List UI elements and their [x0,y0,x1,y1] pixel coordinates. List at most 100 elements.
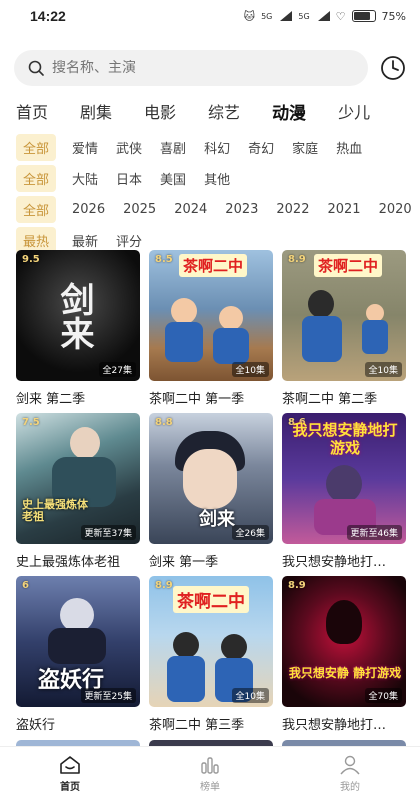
character-figure [173,632,199,658]
genre-chip[interactable]: 喜剧 [160,138,186,157]
bottom-nav-label: 榜单 [200,781,220,793]
bottom-nav-home[interactable]: 首页 [30,755,110,793]
status-icons: 🐱 5G 5G ♡ 75% [244,10,406,23]
rating-badge: 8.9 [155,580,173,591]
character-figure [308,290,334,318]
tab-movies[interactable]: 电影 [144,99,176,123]
sort-chip-rating[interactable]: 评分 [116,231,142,250]
tab-anime[interactable]: 动漫 [272,99,307,126]
status-time: 14:22 [30,8,66,24]
year-chip[interactable]: 2026 [72,202,105,217]
poster-image: 9.5 剑来 全27集 [16,250,140,381]
region-chip[interactable]: 其他 [204,169,230,188]
year-chip[interactable]: 2022 [276,202,309,217]
tab-kids[interactable]: 少儿 [338,99,370,123]
bottom-nav-profile[interactable]: 我的 [310,755,390,793]
content-card[interactable]: 8.9 我只想安静 静打游戏 全70集 我只想安静地打… [282,576,406,739]
history-button[interactable] [378,53,408,83]
rating-badge: 8.9 [288,254,306,265]
episode-badge: 更新至37集 [80,525,136,540]
chart-icon [201,756,219,774]
search-input[interactable] [52,60,368,76]
rating-badge: 8.9 [288,580,306,591]
character-figure [221,634,247,660]
poster-image: 8.9 茶啊二中 全10集 [149,576,273,707]
home-icon [60,755,80,774]
region-chip-all[interactable]: 全部 [16,164,57,192]
genre-chip[interactable]: 爱情 [72,138,98,157]
poster-image: 8.9 我只想安静 静打游戏 全70集 [282,576,406,707]
content-card[interactable]: 8.6 我只想安静地打游戏 更新至46集 我只想安静地打… [282,413,406,576]
tab-home[interactable]: 首页 [16,99,48,123]
bottom-nav-ranking[interactable]: 榜单 [170,755,250,793]
episode-badge: 更新至46集 [346,525,402,540]
genre-chip[interactable]: 热血 [336,138,362,157]
episode-badge: 全26集 [231,525,269,540]
character-figure [171,298,197,324]
genre-chip-all[interactable]: 全部 [16,133,57,161]
battery-icon [351,10,376,22]
content-card[interactable]: 8.5 茶啊二中 全10集 茶啊二中 第一季 [149,250,273,413]
episode-badge: 更新至25集 [80,688,136,703]
card-title: 茶啊二中 第三季 [149,718,245,733]
content-card[interactable]: 7.5 史上最强炼体老祖 更新至37集 史上最强炼体老祖 [16,413,140,576]
poster-title-art: 茶啊二中 [173,586,249,613]
region-chip[interactable]: 大陆 [72,169,98,188]
genre-chip[interactable]: 奇幻 [248,138,274,157]
search-icon [28,60,44,76]
character-figure [326,600,362,644]
poster-title-art: 茶啊二中 [314,254,383,277]
year-chip[interactable]: 2021 [327,202,360,217]
year-chip[interactable]: 2020 [379,202,412,217]
character-figure [219,306,243,330]
card-title: 剑来 第二季 [16,392,86,407]
category-tabs: 首页 剧集 电影 综艺 动漫 少儿 [0,94,420,128]
poster-title-art: 剑来 [199,509,235,530]
network-label-2: 5G [298,11,310,21]
character-figure [60,598,94,632]
content-card[interactable]: 8.9 茶啊二中 全10集 茶啊二中 第三季 [149,576,273,739]
year-chip[interactable]: 2024 [174,202,207,217]
genre-chip[interactable]: 家庭 [292,138,318,157]
poster-title-art: 我只想安静地打游戏 [292,421,398,457]
card-title: 我只想安静地打… [282,555,387,570]
poster-title-art: 我只想安静 静打游戏 [288,666,402,680]
heart-icon: ♡ [335,9,346,23]
filter-panel: 全部 爱情 武侠 喜剧 科幻 奇幻 家庭 热血 全部 大陆 日本 美国 其他 全… [0,128,420,255]
content-card[interactable]: 8.9 茶啊二中 全10集 茶啊二中 第二季 [282,250,406,413]
card-title: 史上最强炼体老祖 [16,555,121,570]
tab-variety[interactable]: 综艺 [208,99,240,123]
card-title: 盗妖行 [16,718,56,733]
search-box[interactable] [14,50,368,86]
character-figure [70,427,100,459]
content-card[interactable]: 9.5 剑来 全27集 剑来 第二季 [16,250,140,413]
region-chip[interactable]: 日本 [116,169,142,188]
card-title: 茶啊二中 第一季 [149,392,245,407]
year-chip[interactable]: 2025 [123,202,156,217]
tab-series[interactable]: 剧集 [80,99,112,123]
poster-image: 8.5 茶啊二中 全10集 [149,250,273,381]
rating-badge: 6 [22,580,29,591]
genre-chip[interactable]: 科幻 [204,138,230,157]
year-chip[interactable]: 2023 [225,202,258,217]
region-chip[interactable]: 美国 [160,169,186,188]
character-figure [167,656,205,702]
rating-badge: 8.8 [155,417,173,428]
cat-icon: 🐱 [243,9,256,23]
year-chip-all[interactable]: 全部 [16,195,57,223]
content-card[interactable]: 8.8 剑来 全26集 剑来 第一季 [149,413,273,576]
card-title: 剑来 第一季 [149,555,219,570]
bottom-nav-label: 我的 [340,781,360,793]
genre-chip[interactable]: 武侠 [116,138,142,157]
character-figure [302,316,342,362]
sort-chip-new[interactable]: 最新 [72,231,98,250]
bottom-nav: 首页 榜单 我的 [0,746,420,800]
network-label-1: 5G [261,11,273,21]
poster-image: 7.5 史上最强炼体老祖 更新至37集 [16,413,140,544]
bottom-nav-label: 首页 [60,781,80,793]
year-filter-row: 全部 2026 2025 2024 2023 2022 2021 2020 [16,194,420,224]
character-figure [213,328,249,364]
signal-icon-2 [316,11,330,21]
content-card[interactable]: 6 盗妖行 更新至25集 盗妖行 [16,576,140,739]
search-row [0,32,420,94]
